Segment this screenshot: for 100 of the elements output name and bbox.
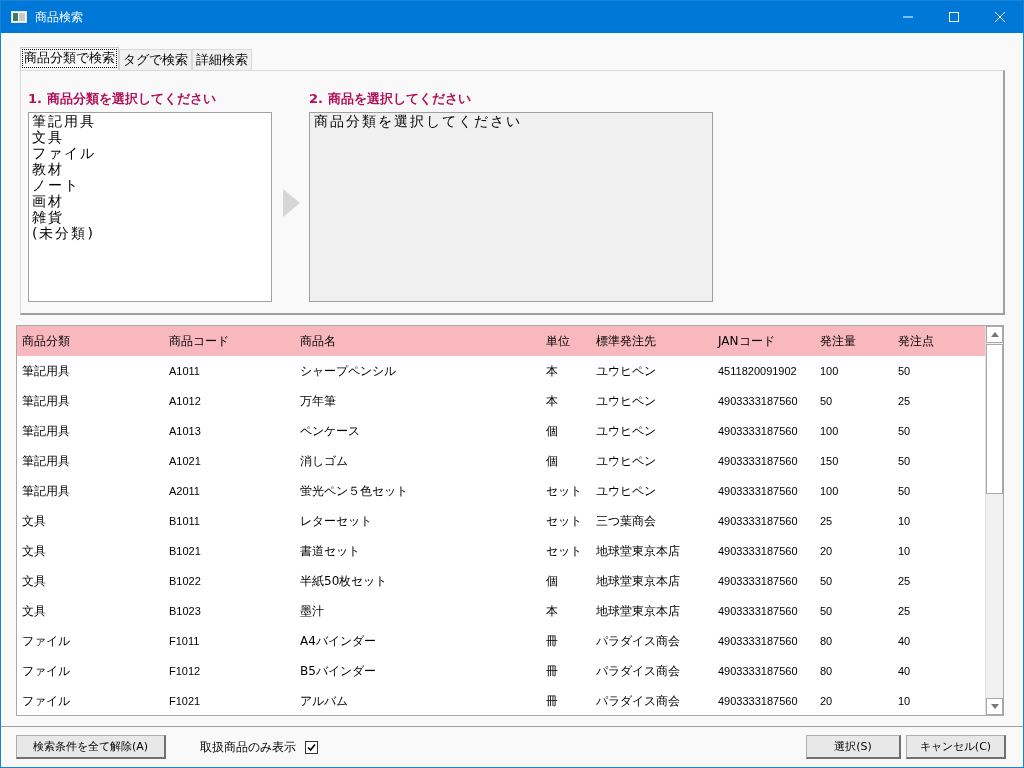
table-cell-text: 100 — [819, 485, 840, 497]
table-cell-text: 冊 — [545, 662, 559, 680]
table-cell-text: ユウヒペン — [595, 392, 657, 410]
table-cell-text: 消しゴム — [299, 452, 349, 470]
table-cell-text: パラダイス商会 — [595, 692, 681, 710]
table-cell-text: 50 — [897, 365, 912, 377]
table-cell-text: B5バインダー — [299, 662, 377, 680]
table-cell-text: 本 — [545, 392, 559, 410]
list-item[interactable]: ノート — [32, 177, 268, 193]
table-cell-text: ファイル — [21, 692, 71, 710]
table-cell-text: 万年筆 — [299, 392, 337, 410]
table-cell-text: 筆記用具 — [21, 392, 71, 410]
table-cell-text: シャープペンシル — [299, 362, 397, 380]
table-cell-text: 文具 — [21, 542, 47, 560]
table-cell-text: ユウヒペン — [595, 422, 657, 440]
table-cell-text: 筆記用具 — [21, 422, 71, 440]
list-item[interactable]: (未分類) — [32, 225, 268, 241]
cancel-button[interactable]: キャンセル(C) — [906, 735, 1006, 759]
list-item[interactable]: ファイル — [32, 145, 268, 161]
table-cell-text: 4903333187560 — [717, 695, 799, 707]
tab[interactable]: タグで検索 — [119, 49, 192, 70]
select-button[interactable]: 選択(S) — [806, 735, 901, 759]
scroll-thumb[interactable] — [986, 344, 1003, 494]
scroll-down-icon[interactable] — [990, 704, 999, 709]
table-cell-text: 4903333187560 — [717, 545, 799, 557]
table-cell-text: レターセット — [299, 512, 373, 530]
table-cell-text: 文具 — [21, 512, 47, 530]
section-heading: 1. 商品分類を選択してください — [28, 90, 217, 108]
window-title: 商品検索 — [35, 8, 84, 26]
table-cell-text: 本 — [545, 602, 559, 620]
table-cell-text: A4バインダー — [299, 632, 377, 650]
tab[interactable]: 商品分類で検索 — [20, 47, 119, 70]
table-cell-text: 100 — [819, 425, 840, 437]
scroll-up-icon[interactable] — [990, 332, 999, 337]
table-cell-text: 文具 — [21, 572, 47, 590]
table-cell-text: 4903333187560 — [717, 635, 799, 647]
table-cell-text: セット — [545, 482, 583, 500]
table-cell-text: 150 — [819, 455, 840, 467]
list-item[interactable]: 画材 — [32, 193, 268, 209]
clear-button[interactable]: 検索条件を全て解除(A) — [16, 735, 166, 759]
table-cell-text: 個 — [545, 572, 559, 590]
table-cell-text: 80 — [819, 665, 834, 677]
column-header[interactable]: 標準発注先 — [591, 332, 713, 350]
table-cell-text: 25 — [897, 605, 912, 617]
category-list[interactable]: 筆記用具 文具 ファイル 教材 ノート 画材 雑貨 (未分類) — [28, 112, 272, 302]
table-cell-text: アルバム — [299, 692, 349, 710]
table-cell-text: F1021 — [168, 695, 202, 707]
column-header[interactable]: 商品コード — [164, 332, 295, 350]
list-item[interactable]: 雑貨 — [32, 209, 268, 225]
table-cell-text: ユウヒペン — [595, 452, 657, 470]
window-icon — [11, 11, 27, 23]
column-header[interactable]: 商品分類 — [17, 332, 164, 350]
table-cell-text: 4903333187560 — [717, 515, 799, 527]
table-cell-text: 80 — [819, 635, 834, 647]
table-cell-text: パラダイス商会 — [595, 662, 681, 680]
table-cell-text: A2011 — [168, 485, 201, 497]
list-item[interactable]: 筆記用具 — [32, 113, 268, 129]
table-cell-text: 50 — [819, 575, 834, 587]
table-cell-text: 20 — [819, 695, 834, 707]
section-heading: 2. 商品を選択してください — [309, 90, 472, 108]
table-cell-text: 蛍光ペン５色セット — [299, 482, 409, 500]
column-header[interactable]: JANコード — [713, 332, 815, 350]
column-header[interactable]: 発注点 — [893, 332, 985, 350]
list-item[interactable]: 文具 — [32, 129, 268, 145]
table-cell-text: A1021 — [168, 455, 202, 467]
table-cell-text: F1012 — [168, 665, 202, 677]
tab[interactable]: 詳細検索 — [192, 49, 252, 70]
checkbox[interactable] — [305, 740, 318, 754]
table-cell-text: 地球堂東京本店 — [595, 572, 681, 590]
table-cell-text: 20 — [819, 545, 834, 557]
table-cell-text: 地球堂東京本店 — [595, 542, 681, 560]
table-cell-text: B1011 — [168, 515, 201, 527]
column-header[interactable]: 単位 — [541, 332, 591, 350]
table-cell-text: 冊 — [545, 692, 559, 710]
maximize-icon[interactable] — [949, 12, 959, 22]
table-cell-text: 10 — [897, 545, 912, 557]
table-cell-text: 半紙50枚セット — [299, 572, 389, 590]
table-cell-text: 40 — [897, 665, 912, 677]
table-cell-text: 地球堂東京本店 — [595, 602, 681, 620]
table-cell-text: 4903333187560 — [717, 455, 799, 467]
table-cell-text: 4903333187560 — [717, 575, 799, 587]
product-list[interactable]: 商品分類を選択してください — [309, 112, 713, 302]
table-cell-text: ペンケース — [299, 422, 361, 440]
table-cell-text: 10 — [897, 695, 912, 707]
table-cell-text: 50 — [897, 485, 912, 497]
table-cell-text: A1013 — [168, 425, 202, 437]
column-header[interactable]: 商品名 — [295, 332, 541, 350]
table-cell-text: 個 — [545, 422, 559, 440]
table-cell-text: 25 — [897, 395, 912, 407]
table-cell-text: 三つ葉商会 — [595, 512, 657, 530]
close-icon[interactable] — [995, 12, 1005, 22]
table-cell-text: 4511820091902 — [717, 365, 798, 377]
table-cell-text: ファイル — [21, 662, 71, 680]
column-header[interactable]: 発注量 — [815, 332, 893, 350]
table-cell-text: パラダイス商会 — [595, 632, 681, 650]
list-item[interactable]: 教材 — [32, 161, 268, 177]
table-cell-text: 25 — [819, 515, 834, 527]
table-cell-text: 10 — [897, 515, 912, 527]
table-cell-text: B1021 — [168, 545, 202, 557]
scrollbar[interactable] — [985, 326, 1003, 715]
